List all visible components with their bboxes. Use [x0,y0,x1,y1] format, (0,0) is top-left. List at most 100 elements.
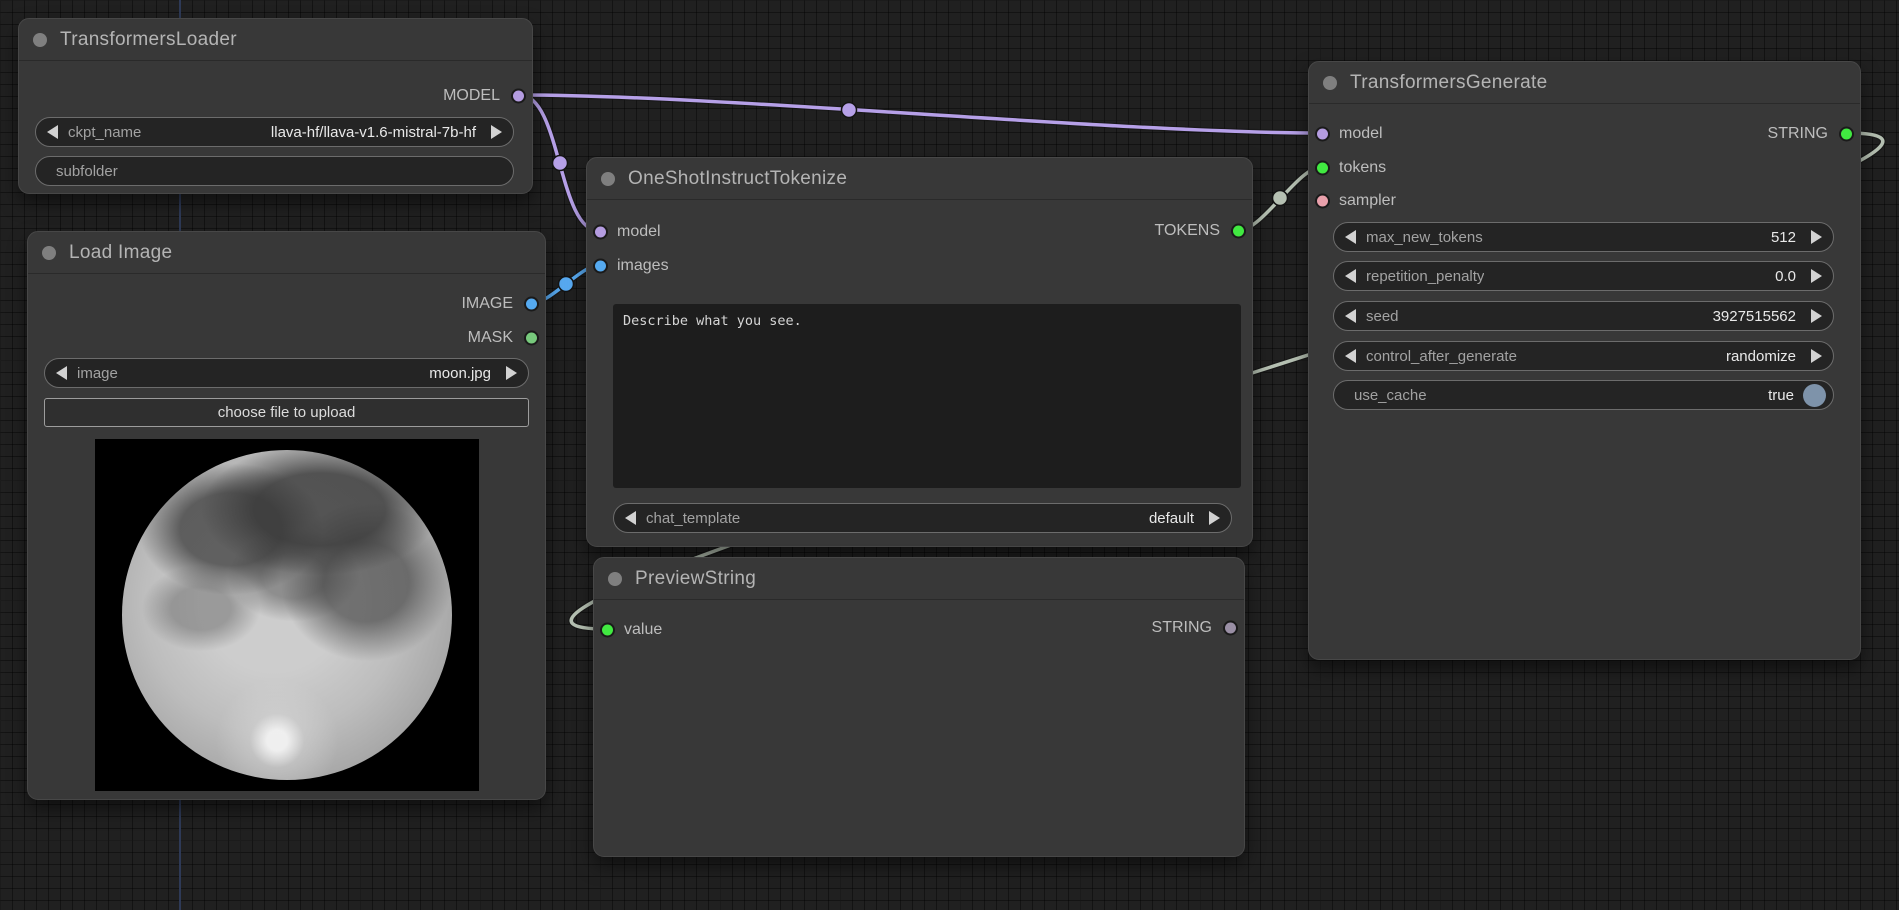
next-value-arrow-icon[interactable] [1811,349,1822,363]
input-port-images[interactable] [593,259,608,274]
input-label: sampler [1339,192,1396,210]
output-port-string[interactable] [1223,621,1238,636]
prompt-textarea[interactable]: Describe what you see. [613,304,1241,488]
node-title: OneShotInstructTokenize [628,168,847,190]
node-header[interactable]: PreviewString [594,558,1244,600]
widget-use-cache[interactable]: use_cache true [1333,380,1834,410]
next-value-arrow-icon[interactable] [1811,269,1822,283]
widget-value: moon.jpg [429,365,506,382]
output-label: MODEL [443,87,500,105]
node-title: Load Image [69,242,172,264]
output-row-model: MODEL [443,85,532,107]
collapse-dot-icon[interactable] [608,572,622,586]
output-label: STRING [1768,125,1828,143]
node-transformers-loader[interactable]: TransformersLoader MODEL ckpt_name llava… [18,18,533,194]
moon-image [122,450,452,780]
widget-name: image [77,365,118,382]
wire-midpoint-dot [1273,191,1288,206]
collapse-dot-icon[interactable] [1323,76,1337,90]
input-row-tokens: tokens [1309,157,1386,179]
node-header[interactable]: OneShotInstructTokenize [587,158,1252,200]
input-label: images [617,257,669,275]
widget-value: 0.0 [1775,268,1811,285]
input-label: tokens [1339,159,1386,177]
prev-value-arrow-icon[interactable] [47,125,58,139]
prev-value-arrow-icon[interactable] [1345,309,1356,323]
collapse-dot-icon[interactable] [601,172,615,186]
choose-file-button[interactable]: choose file to upload [44,398,529,427]
node-header[interactable]: TransformersLoader [19,19,532,61]
output-label: TOKENS [1155,222,1221,240]
node-title: TransformersGenerate [1350,72,1547,94]
widget-chat-template[interactable]: chat_template default [613,503,1232,533]
input-label: model [1339,125,1383,143]
widget-max-new-tokens[interactable]: max_new_tokens 512 [1333,222,1834,252]
output-port-image[interactable] [524,297,539,312]
output-label: STRING [1152,619,1212,637]
output-row-string: STRING [1152,617,1244,639]
input-port-model[interactable] [1315,127,1330,142]
output-port-string[interactable] [1839,127,1854,142]
widget-repetition-penalty[interactable]: repetition_penalty 0.0 [1333,261,1834,291]
wire-midpoint-dot [553,156,568,171]
output-label: IMAGE [461,295,513,313]
node-graph-canvas[interactable]: TransformersLoader MODEL ckpt_name llava… [0,0,1899,910]
image-preview [95,439,479,791]
input-row-images: images [587,255,669,277]
node-header[interactable]: Load Image [28,232,545,274]
widget-ckpt-name[interactable]: ckpt_name llava-hf/llava-v1.6-mistral-7b… [35,117,514,147]
input-port-model[interactable] [593,225,608,240]
wire-midpoint-dot [559,277,574,292]
next-value-arrow-icon[interactable] [491,125,502,139]
widget-image[interactable]: image moon.jpg [44,358,529,388]
node-transformers-generate[interactable]: TransformersGenerate model tokens sample… [1308,61,1861,660]
collapse-dot-icon[interactable] [33,33,47,47]
widget-subfolder[interactable]: subfolder [35,156,514,186]
prev-value-arrow-icon[interactable] [1345,230,1356,244]
widget-name: subfolder [56,163,118,180]
widget-value: true [1768,387,1794,404]
prev-value-arrow-icon[interactable] [1345,269,1356,283]
node-preview-string[interactable]: PreviewString value STRING [593,557,1245,857]
widget-name: chat_template [646,510,740,527]
input-row-value: value [594,619,662,641]
next-value-arrow-icon[interactable] [1209,511,1220,525]
output-label: MASK [468,329,513,347]
output-row-tokens: TOKENS [1155,220,1253,242]
widget-name: ckpt_name [68,124,141,141]
widget-name: use_cache [1354,387,1427,404]
widget-control-after-generate[interactable]: control_after_generate randomize [1333,341,1834,371]
output-row-string: STRING [1768,123,1860,145]
input-row-model: model [1309,123,1383,145]
output-port-model[interactable] [511,89,526,104]
node-header[interactable]: TransformersGenerate [1309,62,1860,104]
widget-name: seed [1366,308,1399,325]
next-value-arrow-icon[interactable] [1811,309,1822,323]
toggle-on-icon[interactable] [1803,384,1826,407]
widget-name: control_after_generate [1366,348,1517,365]
next-value-arrow-icon[interactable] [1811,230,1822,244]
prev-value-arrow-icon[interactable] [1345,349,1356,363]
output-row-image: IMAGE [461,293,545,315]
output-port-mask[interactable] [524,331,539,346]
input-port-value[interactable] [600,623,615,638]
input-label: value [624,621,662,639]
input-port-tokens[interactable] [1315,161,1330,176]
prev-value-arrow-icon[interactable] [625,511,636,525]
widget-value: llava-hf/llava-v1.6-mistral-7b-hf [271,124,491,141]
widget-value: default [1149,510,1209,527]
node-title: PreviewString [635,568,756,590]
prev-value-arrow-icon[interactable] [56,366,67,380]
widget-value: randomize [1726,348,1811,365]
widget-seed[interactable]: seed 3927515562 [1333,301,1834,331]
input-label: model [617,223,661,241]
widget-value: 512 [1771,229,1811,246]
collapse-dot-icon[interactable] [42,246,56,260]
output-row-mask: MASK [468,327,545,349]
output-port-tokens[interactable] [1231,224,1246,239]
input-row-sampler: sampler [1309,190,1396,212]
input-port-sampler[interactable] [1315,194,1330,209]
node-load-image[interactable]: Load Image IMAGE MASK image moon.jpg cho… [27,231,546,800]
next-value-arrow-icon[interactable] [506,366,517,380]
node-oneshot-instruct-tokenize[interactable]: OneShotInstructTokenize model images TOK… [586,157,1253,547]
